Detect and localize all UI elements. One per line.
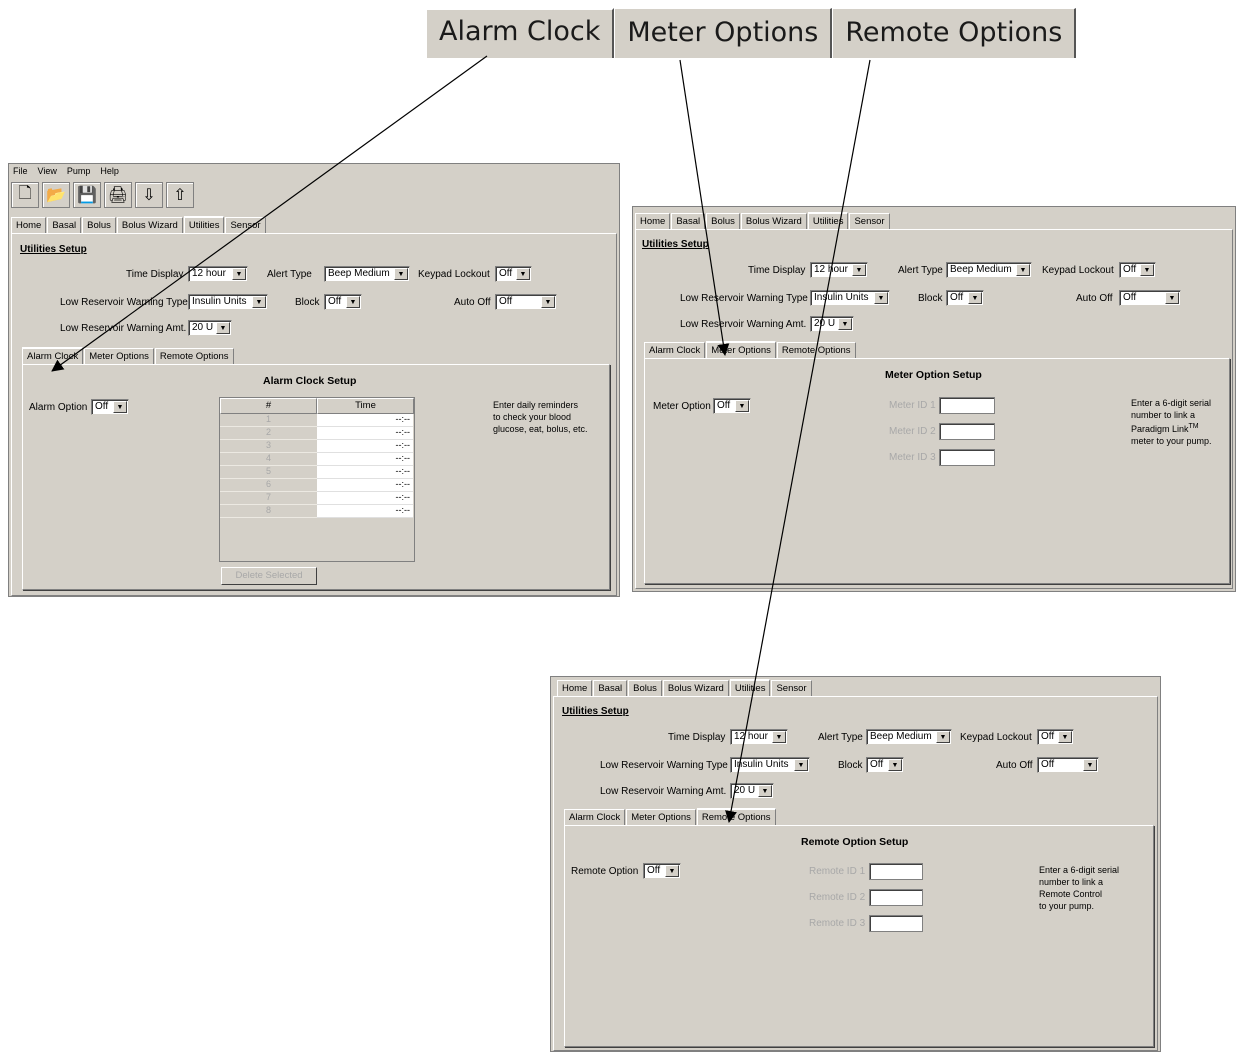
arrow-to-meter-options-tab xyxy=(679,59,730,356)
arrow-to-remote-options-tab xyxy=(725,59,871,823)
arrow-to-alarm-clock-tab xyxy=(51,55,488,372)
callout-arrows xyxy=(51,55,871,823)
